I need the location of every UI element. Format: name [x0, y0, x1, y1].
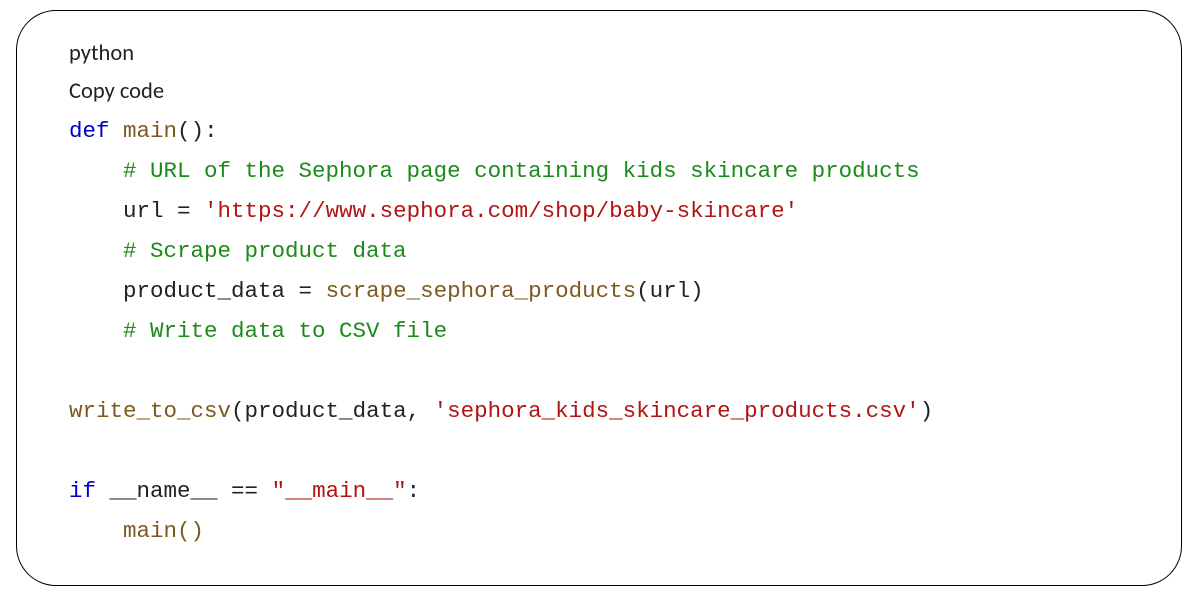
keyword-if: if — [69, 478, 96, 504]
copy-code-label[interactable]: Copy code — [69, 73, 1129, 111]
code-line-def: def main(): — [69, 111, 1129, 151]
code-line-comment-url: # URL of the Sephora page containing kid… — [69, 151, 1129, 191]
comment: # Scrape product data — [123, 238, 407, 264]
function-write-csv: write_to_csv — [69, 398, 231, 424]
arg-product-data: product_data — [245, 398, 407, 424]
var-product-data: product_data — [123, 278, 285, 304]
keyword-def: def — [69, 118, 110, 144]
function-main: main — [123, 118, 177, 144]
string-csvfile: 'sephora_kids_skincare_products.csv' — [434, 398, 920, 424]
code-line-main-call: main() — [69, 511, 1129, 551]
comment: # Write data to CSV file — [123, 318, 447, 344]
code-line-if-main: if __name__ == "__main__": — [69, 471, 1129, 511]
comment: # URL of the Sephora page containing kid… — [123, 158, 920, 184]
call-main: main() — [123, 518, 204, 544]
var-url: url — [123, 198, 164, 224]
string-url: 'https://www.sephora.com/shop/baby-skinc… — [204, 198, 798, 224]
code-line-url-assign: url = 'https://www.sephora.com/shop/baby… — [69, 191, 1129, 231]
code-line-blank — [69, 431, 1129, 471]
code-line-blank — [69, 351, 1129, 391]
language-label: python — [69, 35, 1129, 73]
code-line-scrape-call: product_data = scrape_sephora_products(u… — [69, 271, 1129, 311]
dunder-name: __name__ — [96, 478, 231, 504]
code-line-comment-csv: # Write data to CSV file — [69, 311, 1129, 351]
code-block: python Copy code def main(): # URL of th… — [16, 10, 1182, 586]
code-line-write-csv: write_to_csv(product_data, 'sephora_kids… — [69, 391, 1129, 431]
code-line-comment-scrape: # Scrape product data — [69, 231, 1129, 271]
string-main: main — [312, 478, 366, 504]
function-scrape: scrape_sephora_products — [326, 278, 637, 304]
arg-url: url — [650, 278, 691, 304]
